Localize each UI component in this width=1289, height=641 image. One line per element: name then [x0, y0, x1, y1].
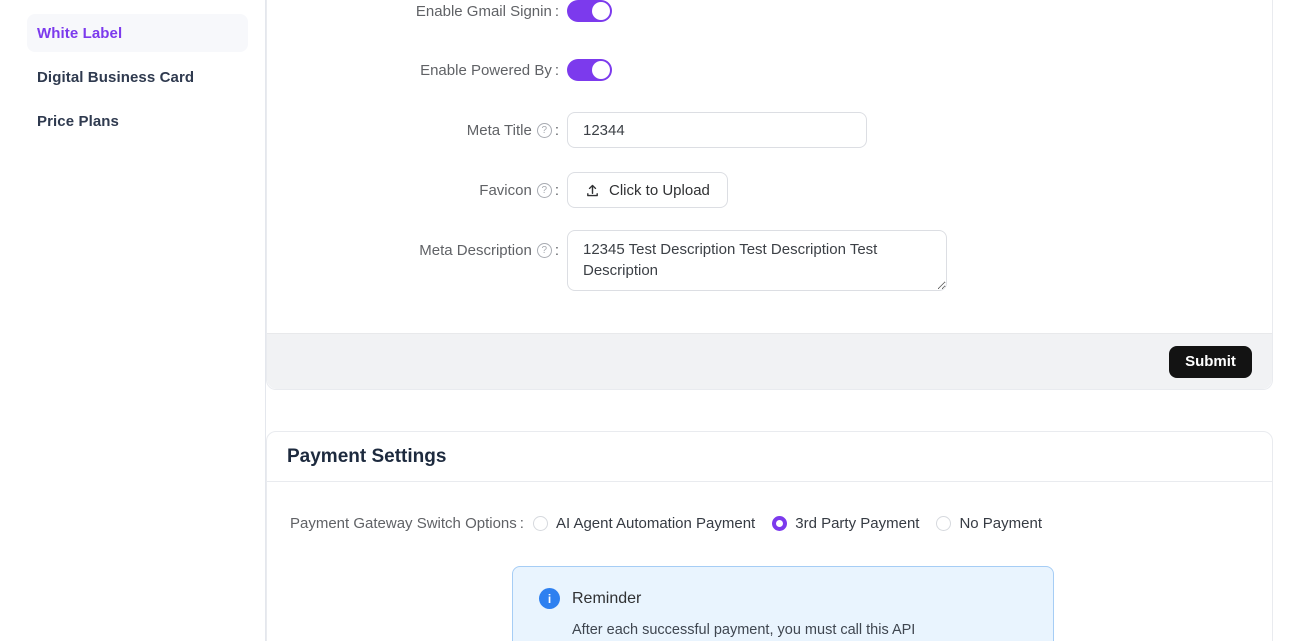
radio-3rd-party-payment[interactable]: 3rd Party Payment [772, 515, 919, 532]
help-icon[interactable]: ? [537, 183, 552, 198]
sidebar-item-digital-business-card[interactable]: Digital Business Card [27, 58, 248, 96]
upload-button-label: Click to Upload [609, 182, 710, 199]
payment-settings-card: Payment Settings Payment Gateway Switch … [266, 431, 1273, 641]
radio-no-payment[interactable]: No Payment [936, 515, 1042, 532]
gateway-switch-row: Payment Gateway Switch Options AI Agent … [290, 515, 1272, 532]
reminder-body-text: After each successful payment, you must … [572, 622, 1029, 638]
sidebar-item-label: Digital Business Card [37, 69, 194, 86]
sidebar-item-label: Price Plans [37, 113, 119, 130]
form-row-gmail-signin: Enable Gmail Signin [267, 0, 1272, 22]
main-content: Enable Gmail Signin Enable Powered By [266, 0, 1289, 641]
powered-by-toggle[interactable] [567, 59, 612, 81]
gateway-switch-label: Payment Gateway Switch Options [290, 515, 524, 532]
submit-button[interactable]: Submit [1169, 346, 1252, 378]
form-row-favicon: Favicon ? Click to Upload [267, 172, 1272, 208]
settings-sidebar: White Label Digital Business Card Price … [0, 0, 266, 641]
sidebar-item-white-label[interactable]: White Label [27, 14, 248, 52]
radio-circle [936, 516, 951, 531]
meta-description-textarea[interactable]: 12345 Test Description Test Description … [567, 230, 947, 291]
toggle-knob [592, 61, 610, 79]
meta-title-input[interactable] [567, 112, 867, 148]
white-label-form-body: Enable Gmail Signin Enable Powered By [267, 0, 1272, 333]
form-row-meta-title: Meta Title ? [267, 112, 1272, 148]
radio-label: 3rd Party Payment [795, 515, 919, 532]
help-icon[interactable]: ? [537, 123, 552, 138]
favicon-label: Favicon ? [267, 182, 559, 199]
powered-by-label: Enable Powered By [267, 62, 559, 79]
help-icon[interactable]: ? [537, 243, 552, 258]
meta-title-label: Meta Title ? [267, 122, 559, 139]
gmail-signin-toggle[interactable] [567, 0, 612, 22]
page: White Label Digital Business Card Price … [0, 0, 1289, 641]
toggle-knob [592, 2, 610, 20]
payment-settings-title: Payment Settings [287, 446, 1252, 468]
form-footer: Submit [267, 333, 1272, 389]
sidebar-item-price-plans[interactable]: Price Plans [27, 102, 248, 140]
sidebar-item-label: White Label [37, 25, 122, 42]
radio-circle [772, 516, 787, 531]
white-label-form-card: Enable Gmail Signin Enable Powered By [266, 0, 1273, 390]
radio-label: AI Agent Automation Payment [556, 515, 755, 532]
reminder-title: Reminder [572, 590, 641, 608]
favicon-upload-button[interactable]: Click to Upload [567, 172, 728, 208]
gmail-signin-label: Enable Gmail Signin [267, 3, 559, 20]
radio-ai-agent-automation-payment[interactable]: AI Agent Automation Payment [533, 515, 755, 532]
radio-label: No Payment [959, 515, 1042, 532]
reminder-header: i Reminder [539, 588, 1029, 609]
form-row-powered-by: Enable Powered By [267, 59, 1272, 81]
info-icon: i [539, 588, 560, 609]
payment-settings-header: Payment Settings [267, 432, 1272, 482]
reminder-alert: i Reminder After each successful payment… [512, 566, 1054, 641]
upload-icon [585, 183, 600, 198]
radio-circle [533, 516, 548, 531]
meta-description-label: Meta Description ? [267, 242, 559, 259]
gateway-radio-group: AI Agent Automation Payment 3rd Party Pa… [533, 515, 1042, 532]
form-row-meta-description: Meta Description ? 12345 Test Descriptio… [267, 230, 1272, 291]
payment-settings-body: Payment Gateway Switch Options AI Agent … [267, 482, 1272, 641]
